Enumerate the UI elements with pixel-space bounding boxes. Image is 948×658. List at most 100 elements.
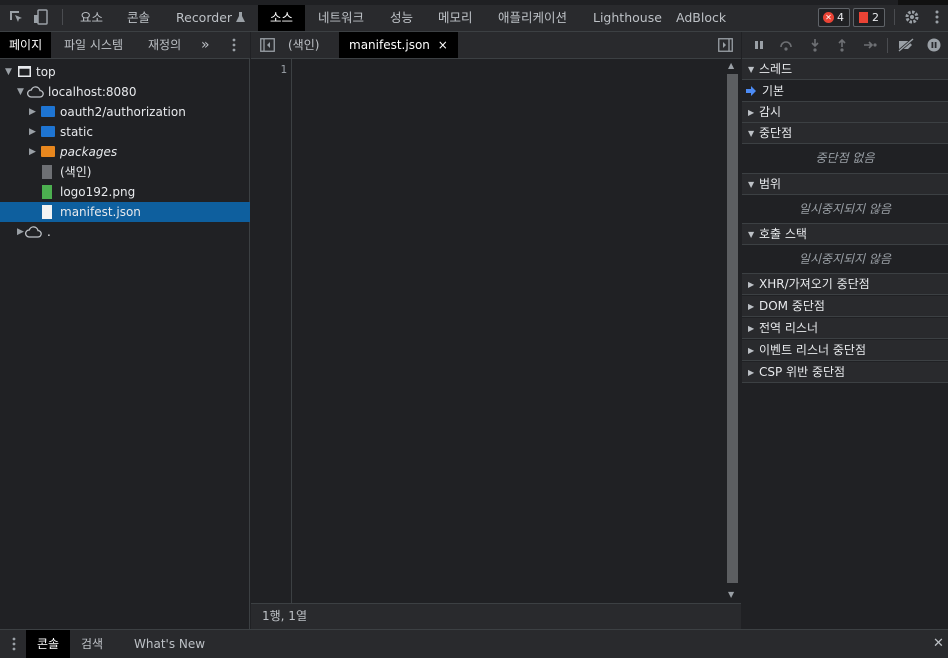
section-scope[interactable]: ▼ 범위 [742, 174, 948, 195]
debugger-toolbar-divider [887, 38, 888, 53]
cloud-icon [25, 226, 42, 238]
collapse-arrow-icon[interactable]: ▶ [29, 142, 36, 162]
editor-tab-index[interactable]: (색인) [288, 32, 319, 58]
device-toolbar-icon[interactable] [33, 9, 49, 25]
pause-on-exceptions-icon[interactable] [927, 38, 941, 52]
tab-performance[interactable]: 성능 [390, 5, 413, 31]
issue-count: 2 [872, 11, 879, 24]
pause-script-icon[interactable] [752, 38, 766, 52]
drawer-tab-whats-new[interactable]: What's New [134, 630, 205, 658]
folder-icon [41, 106, 55, 117]
source-editor: (색인) manifest.json × 1 ▲ ▼ 1행, 1열 [251, 32, 741, 629]
step-out-icon[interactable] [835, 38, 849, 52]
folder-icon [41, 146, 55, 157]
scrollbar-thumb[interactable] [727, 74, 738, 583]
drawer-menu-icon[interactable] [10, 637, 18, 651]
close-drawer-icon[interactable]: ✕ [933, 630, 944, 658]
toggle-navigator-icon[interactable] [260, 38, 275, 52]
error-count-badge[interactable]: ✕ 4 [818, 8, 850, 27]
drawer-tab-console[interactable]: 콘솔 [26, 630, 71, 658]
section-global-listeners[interactable]: ▶ 전역 리스너 [742, 318, 948, 339]
tab-sources[interactable]: 소스 [258, 5, 306, 31]
tab-memory[interactable]: 메모리 [438, 5, 473, 31]
tree-item-label: packages [60, 145, 118, 159]
toolbar-divider [62, 9, 63, 25]
line-number-gutter: 1 [251, 59, 292, 603]
tree-item-packages[interactable]: ▶ packages [0, 142, 250, 162]
nav-tab-page[interactable]: 페이지 [0, 32, 52, 58]
tab-recorder[interactable]: Recorder [176, 5, 246, 31]
tree-item-label: . [47, 225, 51, 239]
tab-adblock[interactable]: AdBlock [676, 5, 726, 31]
scroll-up-icon[interactable]: ▲ [728, 61, 734, 70]
section-title: 전역 리스너 [759, 321, 819, 335]
tab-console[interactable]: 콘솔 [127, 5, 150, 31]
debugger-toolbar [742, 32, 948, 59]
editor-tabs: (색인) manifest.json × [251, 32, 741, 59]
issue-flag-icon [859, 12, 868, 23]
section-csp-breakpoints[interactable]: ▶ CSP 위반 중단점 [742, 362, 948, 383]
settings-gear-icon[interactable] [904, 9, 920, 25]
section-threads[interactable]: ▼ 스레드 [742, 59, 948, 80]
tree-item-manifest[interactable]: manifest.json [0, 202, 250, 222]
collapsed-triangle-icon: ▶ [748, 302, 755, 311]
tree-item-index[interactable]: (색인) [0, 162, 250, 182]
more-options-icon[interactable] [929, 9, 945, 25]
collapse-arrow-icon[interactable]: ▶ [29, 102, 36, 122]
nav-tab-filesystem[interactable]: 파일 시스템 [64, 32, 123, 58]
tree-item-other-origin[interactable]: ▶ . [0, 222, 250, 242]
close-tab-icon[interactable]: × [438, 38, 448, 52]
section-call-stack[interactable]: ▼ 호출 스택 [742, 224, 948, 245]
drawer-tab-search[interactable]: 검색 [81, 630, 103, 658]
section-watch[interactable]: ▶ 감시 [742, 102, 948, 123]
editor-tab-manifest[interactable]: manifest.json × [339, 32, 458, 58]
tab-elements[interactable]: 요소 [80, 5, 103, 31]
toggle-debugger-icon[interactable] [718, 38, 733, 52]
tab-network[interactable]: 네트워크 [318, 5, 364, 31]
section-dom-breakpoints[interactable]: ▶ DOM 중단점 [742, 296, 948, 317]
expand-arrow-icon[interactable]: ▼ [17, 82, 24, 102]
scroll-down-icon[interactable]: ▼ [728, 590, 734, 599]
inspect-element-icon[interactable] [8, 9, 24, 25]
debugger-sidebar: ▼ 스레드 기본 ▶ 감시 ▼ 중단점 중단점 없음 ▼ 범위 일시중지되지 않… [742, 32, 948, 629]
expand-arrow-icon[interactable]: ▼ [5, 62, 12, 82]
bottom-drawer-tabs: 콘솔 검색 What's New ✕ [0, 629, 948, 658]
breakpoints-empty-message: 중단점 없음 [742, 144, 948, 174]
tree-item-static[interactable]: ▶ static [0, 122, 250, 142]
nav-tab-overrides[interactable]: 재정의 [148, 32, 181, 58]
tree-item-localhost[interactable]: ▼ localhost:8080 [0, 82, 250, 102]
tree-item-oauth2[interactable]: ▶ oauth2/authorization [0, 102, 250, 122]
step-over-icon[interactable] [779, 38, 793, 52]
collapse-arrow-icon[interactable]: ▶ [17, 222, 24, 242]
cursor-position-status: 1행, 1열 [251, 603, 741, 629]
collapse-arrow-icon[interactable]: ▶ [29, 122, 36, 142]
section-title: 호출 스택 [759, 227, 807, 241]
step-into-icon[interactable] [808, 38, 822, 52]
section-event-listener-breakpoints[interactable]: ▶ 이벤트 리스너 중단점 [742, 340, 948, 361]
tree-item-logo192[interactable]: logo192.png [0, 182, 250, 202]
section-title: 감시 [759, 105, 782, 119]
line-number[interactable]: 1 [280, 63, 287, 76]
nav-more-tabs-button[interactable]: » [201, 32, 210, 58]
expanded-triangle-icon: ▼ [748, 230, 755, 239]
section-title: 이벤트 리스너 중단점 [759, 343, 866, 357]
navigator-menu-icon[interactable] [229, 38, 239, 52]
current-thread-arrow-icon [746, 86, 756, 96]
expanded-triangle-icon: ▼ [748, 180, 755, 189]
frame-window-icon [18, 66, 31, 77]
section-title: CSP 위반 중단점 [759, 365, 846, 379]
toolbar-divider-right [894, 9, 895, 25]
section-breakpoints[interactable]: ▼ 중단점 [742, 123, 948, 144]
tab-application[interactable]: 애플리케이션 [498, 5, 567, 31]
step-icon[interactable] [863, 38, 877, 52]
tab-lighthouse[interactable]: Lighthouse [593, 5, 662, 31]
navigator-tabs: 페이지 파일 시스템 재정의 » [0, 32, 250, 59]
tree-item-label: logo192.png [60, 185, 136, 199]
section-xhr-breakpoints[interactable]: ▶ XHR/가져오기 중단점 [742, 274, 948, 295]
tree-item-top[interactable]: ▼ top [0, 62, 250, 82]
deactivate-breakpoints-icon[interactable] [897, 38, 915, 52]
error-icon: ✕ [823, 12, 834, 23]
editor-scrollbar[interactable]: ▲ ▼ [724, 59, 741, 603]
issue-count-badge[interactable]: 2 [853, 8, 885, 27]
thread-main[interactable]: 기본 [742, 80, 948, 102]
